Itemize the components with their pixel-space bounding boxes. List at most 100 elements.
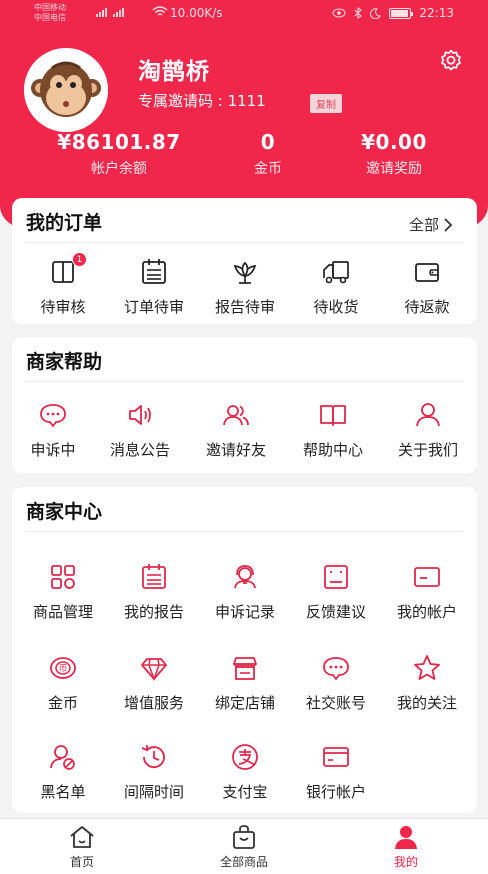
- star-icon: [414, 655, 440, 680]
- calendar-list-icon: [142, 259, 166, 284]
- order-pending-refund[interactable]: 待返款: [382, 256, 472, 317]
- chat-bubble-icon: [323, 657, 349, 681]
- social-accounts[interactable]: 社交账号: [291, 652, 381, 713]
- invite-reward-value: ¥0.00: [361, 130, 427, 154]
- truck-icon: [323, 261, 349, 284]
- orders-card: 我的订单 全部 1 待审核 订单待审 报告待审 待收货 待返款: [12, 198, 477, 324]
- copy-button[interactable]: 复制: [310, 94, 342, 113]
- order-pending-review[interactable]: 1 待审核: [18, 252, 108, 317]
- users-icon: [223, 405, 249, 426]
- value-added-services[interactable]: 增值服务: [109, 652, 199, 713]
- help-invite-friends[interactable]: 邀请好友: [191, 399, 281, 460]
- order-item-label: 订单待审: [123, 298, 184, 316]
- center-item-label: 黑名单: [40, 783, 86, 801]
- blacklist[interactable]: 黑名单: [18, 741, 108, 802]
- center-item-label: 间隔时间: [123, 783, 184, 801]
- wifi-icon: [152, 6, 168, 16]
- bind-store[interactable]: 绑定店铺: [200, 652, 290, 713]
- bank-card-icon: [323, 747, 349, 767]
- coin-icon: 币: [50, 657, 76, 679]
- order-to-receive[interactable]: 待收货: [291, 256, 381, 317]
- coins[interactable]: 币 金币: [18, 652, 108, 713]
- help-item-label: 邀请好友: [205, 441, 266, 459]
- product-management[interactable]: 商品管理: [18, 561, 108, 622]
- balance-stat[interactable]: ¥86101.87 帐户余额: [52, 130, 186, 178]
- my-follows[interactable]: 我的关注: [382, 652, 472, 713]
- card-icon: [414, 567, 440, 587]
- orders-title: 我的订单: [26, 212, 103, 234]
- carrier-2: 中国电信: [34, 13, 66, 22]
- tab-label: 我的: [393, 855, 418, 869]
- coin-stat[interactable]: 0 金币: [228, 130, 308, 178]
- tab-mine[interactable]: 我的: [346, 825, 466, 870]
- chevron-right-icon: [444, 217, 453, 232]
- divider: [26, 381, 463, 382]
- order-item-label: 报告待审: [214, 298, 275, 316]
- help-about-us[interactable]: 关于我们: [383, 399, 473, 460]
- open-book-icon: [320, 405, 346, 426]
- view-all-orders-link[interactable]: 全部: [409, 214, 453, 235]
- user-block-icon: [50, 745, 75, 770]
- clock: 22:13: [419, 6, 454, 20]
- balance-value: ¥86101.87: [57, 130, 181, 154]
- order-awaiting-review[interactable]: 订单待审: [109, 256, 199, 317]
- center-item-label: 增值服务: [123, 694, 184, 712]
- center-item-label: 支付宝: [222, 783, 268, 801]
- appeal-records[interactable]: 申诉记录: [200, 561, 290, 622]
- feedback-icon: [324, 565, 348, 589]
- center-item-label: 银行帐户: [305, 783, 366, 801]
- center-item-label: 我的关注: [396, 694, 457, 712]
- order-item-label: 待返款: [404, 298, 450, 316]
- my-reports[interactable]: 我的报告: [109, 561, 199, 622]
- center-title: 商家中心: [26, 501, 103, 523]
- invite-reward-stat[interactable]: ¥0.00 邀请奖励: [346, 130, 442, 178]
- center-item-label: 我的帐户: [396, 603, 457, 621]
- help-item-label: 帮助中心: [302, 441, 363, 459]
- grid-apps-icon: [51, 565, 75, 589]
- eye-icon: [332, 8, 346, 18]
- battery-icon: [389, 7, 414, 19]
- invite-code: 专属邀请码 : 1111: [138, 92, 266, 110]
- alipay-icon: [232, 744, 258, 770]
- order-item-label: 待收货: [313, 298, 359, 316]
- divider: [26, 531, 463, 532]
- merchant-help-card: 商家帮助 申诉中 消息公告 邀请好友 帮助中心 关于我们: [12, 337, 477, 473]
- username: 淘鹊桥: [138, 59, 210, 85]
- help-center[interactable]: 帮助中心: [288, 399, 378, 460]
- center-item-label: 绑定店铺: [214, 694, 275, 712]
- help-announcements[interactable]: 消息公告: [95, 399, 185, 460]
- svg-text:币: 币: [58, 664, 67, 675]
- lotus-icon: [233, 261, 257, 284]
- center-item-label: 社交账号: [305, 694, 366, 712]
- merchant-center-card: 商家中心 商品管理 我的报告 申诉记录 反馈建议 我的帐户 币 金币 增值服务 …: [12, 487, 477, 813]
- notification-badge: 1: [72, 252, 87, 267]
- wallet-icon: [415, 263, 439, 282]
- help-item-label: 消息公告: [109, 441, 170, 459]
- tab-all-products[interactable]: 全部商品: [184, 825, 304, 870]
- user-icon: [416, 403, 440, 427]
- view-all-label: 全部: [408, 216, 439, 234]
- home-icon: [70, 826, 94, 848]
- help-appealing[interactable]: 申诉中: [8, 399, 98, 460]
- report-icon: [142, 564, 166, 589]
- my-account[interactable]: 我的帐户: [382, 561, 472, 622]
- status-bar: 中国移动 中国电信 10.00K/s 22:13: [0, 0, 488, 28]
- center-item-label: 我的报告: [123, 603, 184, 621]
- center-item-label: 商品管理: [32, 603, 93, 621]
- carrier-1: 中国移动: [34, 3, 66, 12]
- divider: [26, 242, 463, 243]
- help-title: 商家帮助: [26, 351, 103, 373]
- coin-label: 金币: [254, 161, 282, 177]
- feedback[interactable]: 反馈建议: [291, 561, 381, 622]
- order-report-review[interactable]: 报告待审: [200, 256, 290, 317]
- tab-home[interactable]: 首页: [22, 825, 142, 870]
- interval-time[interactable]: 间隔时间: [109, 741, 199, 802]
- gear-icon[interactable]: [438, 48, 464, 74]
- avatar[interactable]: [24, 48, 108, 132]
- order-item-label: 待审核: [40, 298, 86, 316]
- help-item-label: 申诉中: [30, 441, 76, 459]
- alipay[interactable]: 支付宝: [200, 741, 290, 802]
- agent-icon: [234, 565, 256, 589]
- bank-account[interactable]: 银行帐户: [291, 741, 381, 802]
- center-item-label: 反馈建议: [305, 603, 366, 621]
